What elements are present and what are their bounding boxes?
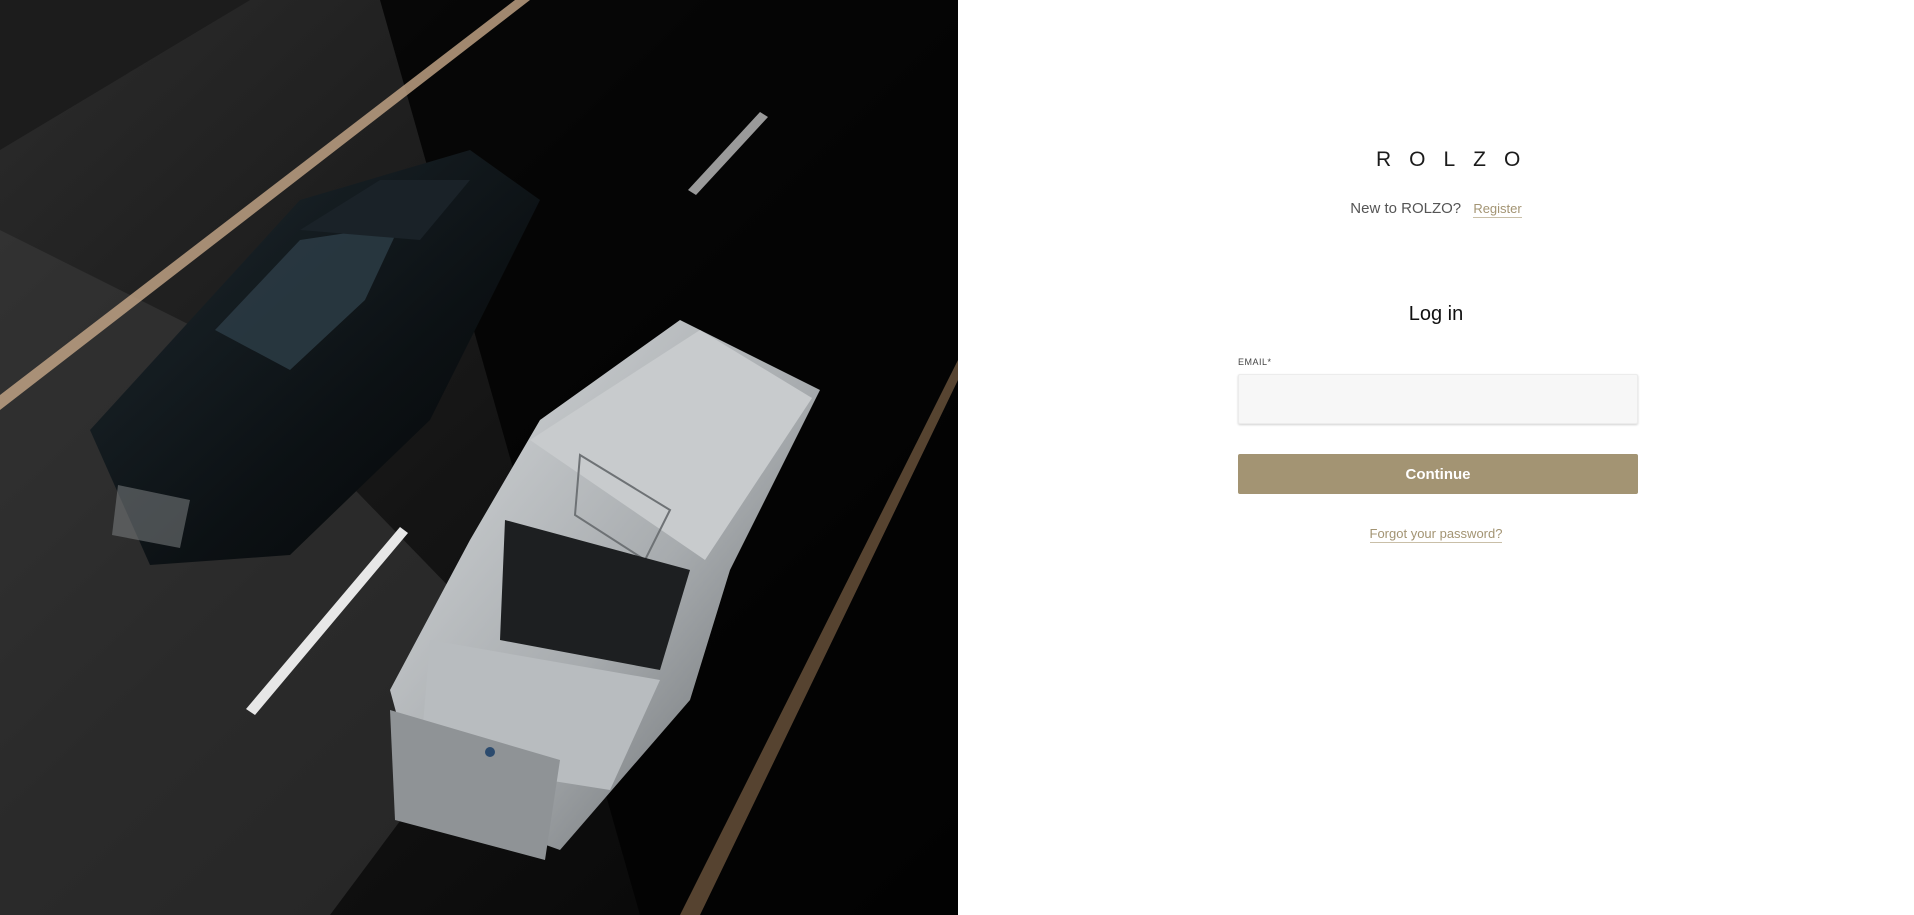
page-title: Log in xyxy=(1408,303,1464,325)
forgot-password-link[interactable]: Forgot your password? xyxy=(1369,526,1503,543)
login-panel: ROLZO New to ROLZO? Register Log in EMAI… xyxy=(958,0,1914,915)
continue-button[interactable]: Continue xyxy=(1238,454,1638,494)
email-label: EMAIL* xyxy=(1238,357,1272,367)
register-row: New to ROLZO? Register xyxy=(958,200,1914,218)
email-field[interactable] xyxy=(1238,374,1638,424)
register-link[interactable]: Register xyxy=(1473,201,1522,218)
hero-image xyxy=(0,0,958,915)
hero-illustration xyxy=(0,0,958,915)
register-question: New to ROLZO? xyxy=(1350,200,1462,217)
forgot-password-row: Forgot your password? xyxy=(958,525,1914,543)
rolzo-logo: ROLZO xyxy=(1376,148,1539,171)
